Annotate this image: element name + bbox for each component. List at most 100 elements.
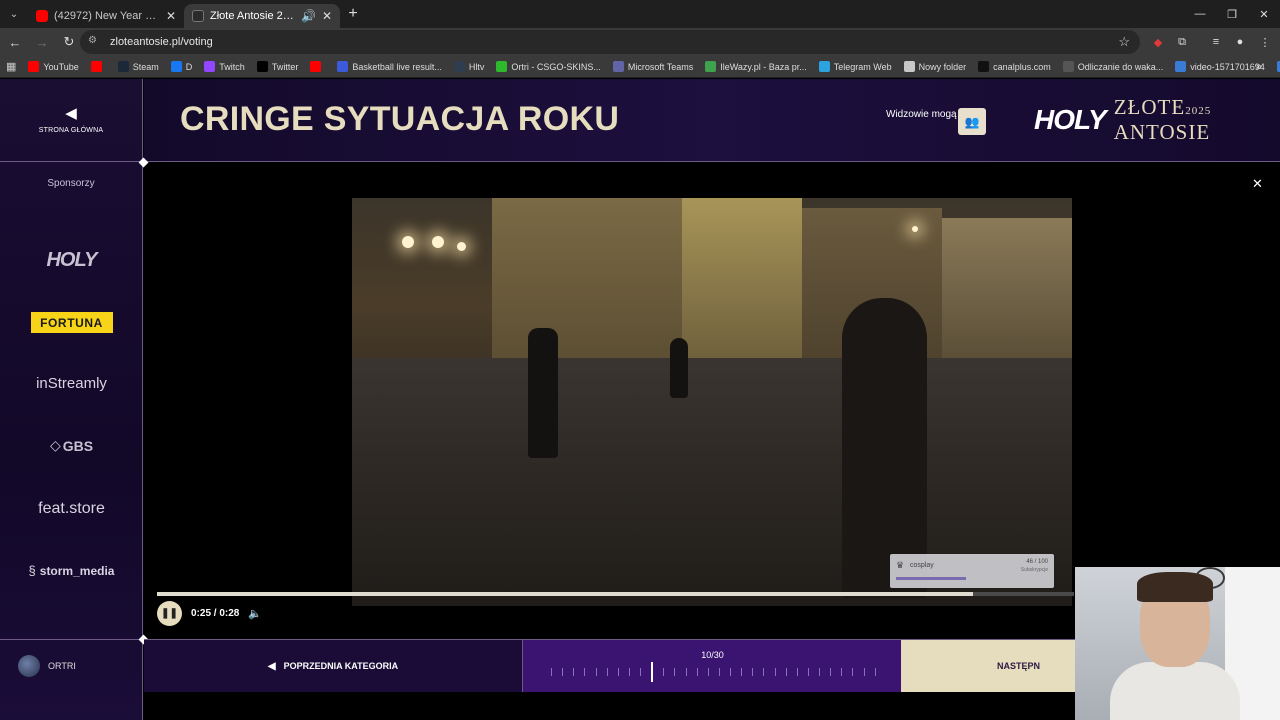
sponsor-fortuna-logo: FORTUNA: [30, 312, 113, 333]
viewers-group-icon[interactable]: 👥: [958, 108, 986, 135]
bookmark-item[interactable]: [310, 61, 325, 72]
url-field[interactable]: ⚙ zloteantosie.pl/voting ☆: [80, 30, 1140, 54]
overlay-score: 46 / 100: [1026, 559, 1048, 565]
url-text: zloteantosie.pl/voting: [110, 36, 213, 48]
video-player[interactable]: ♛ cosplay 46 / 100 Subskrypcje: [352, 198, 1072, 606]
video-progress-bar[interactable]: [157, 592, 1074, 596]
extensions-puzzle-icon[interactable]: ⧉: [1172, 32, 1192, 52]
sponsor-fortuna[interactable]: FORTUNA: [0, 312, 143, 333]
category-tick: [718, 668, 720, 676]
site-info-icon[interactable]: ⚙: [88, 35, 102, 49]
sponsor-instreamly[interactable]: inStreamly: [0, 375, 143, 392]
bookmark-star-icon[interactable]: ☆: [1118, 34, 1130, 50]
bookmark-label: Ortri - CSGO-SKINS...: [511, 61, 601, 72]
bookmark-item[interactable]: YouTube: [28, 61, 79, 72]
user-name: ORTRI: [48, 660, 76, 671]
bookmark-label: Telegram Web: [833, 61, 892, 72]
user-profile[interactable]: ORTRI: [0, 639, 143, 691]
bookmark-favicon-icon: [310, 61, 322, 72]
bookmark-item[interactable]: Twitter: [256, 61, 299, 72]
close-tab-icon[interactable]: ✕: [322, 9, 332, 23]
browser-tab-bar: ⌄ (42972) New Year Mix 2026 | Th ✕ Złote…: [0, 0, 1280, 28]
tab-search-button[interactable]: ⌄: [0, 0, 28, 28]
bookmark-item[interactable]: Nowy folder: [903, 61, 966, 72]
close-window-icon[interactable]: ✕: [1248, 0, 1280, 28]
bookmark-favicon-icon: [337, 61, 349, 72]
bookmark-item[interactable]: Steam: [117, 61, 159, 72]
sponsor-featstore-logo: feat.store: [38, 500, 105, 517]
category-tick: [796, 668, 798, 676]
close-tab-icon[interactable]: ✕: [166, 9, 176, 23]
bookmark-item[interactable]: Hltv: [453, 61, 484, 72]
sponsor-featstore[interactable]: feat.store: [0, 500, 143, 518]
minimize-icon[interactable]: —: [1184, 0, 1216, 28]
reload-icon[interactable]: ↻: [57, 30, 81, 54]
window-controls: — ❐ ✕: [1184, 0, 1280, 28]
storm-s-icon: §: [28, 563, 36, 578]
forward-icon[interactable]: →: [30, 30, 54, 54]
extension-icon[interactable]: ◆: [1148, 32, 1168, 52]
bookmark-item[interactable]: D: [170, 61, 192, 72]
media-control-icon[interactable]: ≡: [1206, 32, 1226, 52]
previous-category-button[interactable]: ◀ POPRZEDNIA KATEGORIA: [144, 640, 522, 692]
bookmark-item[interactable]: video-1571701694: [1175, 61, 1265, 72]
tab-zloteantosie[interactable]: Złote Antosie 2025 - Najwię 🔊 ✕: [184, 4, 340, 28]
bookmark-item[interactable]: Telegram Web: [818, 61, 892, 72]
sponsor-gbs[interactable]: ◇ GBS: [0, 437, 143, 454]
bookmark-item[interactable]: Twitch: [204, 61, 245, 72]
category-tick: [674, 668, 676, 676]
bookmark-item[interactable]: Basketball live result...: [337, 61, 442, 72]
bookmark-favicon-icon: [170, 61, 182, 72]
webcam-person-hair: [1137, 572, 1213, 602]
category-tick: [807, 668, 809, 676]
category-tick: [763, 668, 765, 676]
sponsor-stormmedia-logo: storm_media: [39, 563, 115, 578]
bookmark-item[interactable]: IleWazy.pl - Baza pr...: [705, 61, 807, 72]
tab-youtube[interactable]: (42972) New Year Mix 2026 | Th ✕: [28, 4, 184, 28]
sidebar: ◀ STRONA GŁÓWNA Sponsorzy HOLY FORTUNA i…: [0, 79, 143, 720]
home-link[interactable]: ◀ STRONA GŁÓWNA: [0, 79, 142, 162]
bookmark-label: Twitch: [219, 61, 245, 72]
category-tick: [707, 668, 709, 676]
video-time: 0:25 / 0:28: [191, 608, 240, 619]
bookmark-label: canalplus.com: [993, 61, 1051, 72]
profile-avatar-icon[interactable]: ●: [1230, 32, 1250, 52]
sponsor-holy-logo: HOLY: [46, 249, 97, 271]
audio-icon[interactable]: 🔊: [301, 9, 316, 23]
close-icon[interactable]: ✕: [1252, 176, 1263, 192]
previous-category-label: POPRZEDNIA KATEGORIA: [283, 661, 399, 671]
bookmark-favicon-icon: [117, 61, 129, 72]
bookmark-item[interactable]: [90, 61, 106, 72]
restore-icon[interactable]: ❐: [1216, 0, 1248, 28]
video-progress-fill: [157, 592, 974, 596]
volume-icon[interactable]: 🔈: [248, 607, 262, 620]
new-tab-button[interactable]: +: [340, 5, 366, 23]
sponsor-holy[interactable]: HOLY: [0, 249, 143, 272]
more-bookmarks-icon[interactable]: »: [1256, 61, 1262, 73]
overlay-label: cosplay: [910, 562, 934, 569]
video-frame-person: [528, 328, 558, 458]
video-frame-person: [842, 298, 927, 598]
bookmark-label: YouTube: [43, 61, 79, 72]
bookmark-item[interactable]: Odliczanie do waka...: [1062, 61, 1163, 72]
bookmark-favicon-icon: [204, 61, 216, 72]
address-bar-row: ← → ↻ ⚙ zloteantosie.pl/voting ☆ ◆ ⧉ ≡ ●…: [0, 28, 1280, 56]
pause-button[interactable]: ❚❚: [157, 601, 182, 626]
sponsor-instreamly-logo: inStreamly: [36, 375, 107, 392]
category-tick: [551, 668, 552, 676]
category-tick: [573, 668, 575, 676]
menu-kebab-icon[interactable]: ⋮: [1255, 32, 1275, 52]
arrow-left-icon: ◀: [267, 660, 276, 672]
bookmark-item[interactable]: Ortri - CSGO-SKINS...: [496, 61, 601, 72]
bookmark-favicon-icon: [496, 61, 508, 72]
apps-grid-icon[interactable]: ▦: [6, 60, 16, 73]
back-icon[interactable]: ←: [3, 30, 27, 54]
bookmark-label: IleWazy.pl - Baza pr...: [720, 61, 807, 72]
bookmark-item[interactable]: canalplus.com: [978, 61, 1051, 72]
category-tick: [606, 668, 608, 676]
sponsor-stormmedia[interactable]: § storm_media: [0, 563, 143, 578]
home-label: STRONA GŁÓWNA: [38, 126, 104, 134]
bookmark-item[interactable]: Microsoft Teams: [612, 61, 693, 72]
bookmark-favicon-icon: [256, 61, 268, 72]
bookmark-label: Twitter: [271, 61, 299, 72]
